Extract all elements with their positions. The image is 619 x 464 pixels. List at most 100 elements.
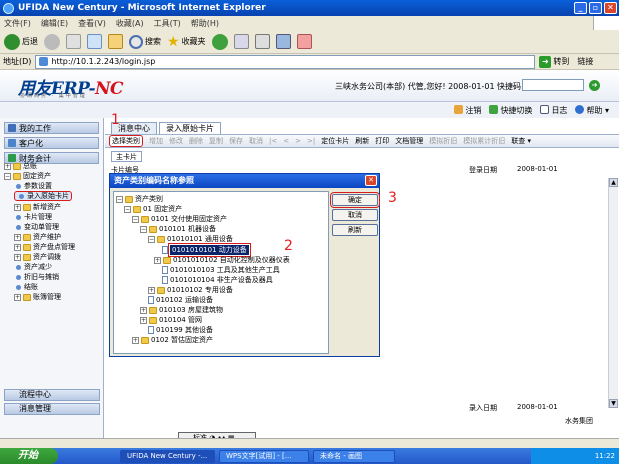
document-management-button[interactable]: 文档管理 — [395, 136, 423, 146]
go-button[interactable]: ➜ 转到 — [539, 55, 569, 68]
tree-node-0102[interactable]: +0102 暂估固定资产 — [132, 335, 213, 345]
quick-switch-link[interactable]: 快捷切换 — [489, 104, 532, 116]
history-icon[interactable] — [211, 33, 228, 50]
next-record-button[interactable]: > — [295, 137, 301, 145]
refresh-button[interactable]: 刷新 — [355, 136, 369, 146]
quick-code-input[interactable] — [522, 79, 584, 91]
print-icon[interactable] — [254, 34, 270, 49]
forward-arrow-icon[interactable] — [44, 33, 60, 50]
tree-node-010104[interactable]: +010104 管网 — [140, 315, 202, 325]
tree-inventory[interactable]: + 资产盘点管理 — [14, 242, 75, 252]
tree-asset-transfer[interactable]: + 资产调拨 — [14, 252, 61, 262]
menu-favorites[interactable]: 收藏(A) — [116, 18, 144, 29]
tree-node-0101010103[interactable]: 0101010103 工具及其他生产工具 — [162, 265, 280, 275]
cancel-button[interactable]: 取消 — [249, 136, 263, 146]
save-button[interactable]: 保存 — [229, 136, 243, 146]
start-button[interactable]: 开始 — [0, 448, 58, 464]
tree-change-management[interactable]: 变动单管理 — [14, 222, 59, 232]
tree-node-01010102[interactable]: +01010102 专用设备 — [148, 285, 233, 295]
menu-tools[interactable]: 工具(T) — [154, 18, 181, 29]
tree-node-0101010104[interactable]: 0101010104 非生产设备及器具 — [162, 275, 273, 285]
tree-card-management[interactable]: 卡片管理 — [14, 212, 52, 222]
last-record-button[interactable]: >| — [307, 137, 315, 145]
tree-node-01[interactable]: −01 固定资产 — [124, 204, 182, 214]
tree-node-0101010102[interactable]: +0101010102 自动化控制及仪器仪表 — [154, 255, 290, 265]
minimize-button[interactable]: _ — [574, 2, 587, 14]
print-button[interactable]: 打印 — [375, 136, 389, 146]
tree-node-01010101[interactable]: −01010101 通用设备 — [148, 234, 233, 244]
links-label[interactable]: 链接 — [577, 56, 593, 67]
scroll-up-icon[interactable]: ▲ — [609, 178, 618, 187]
close-button[interactable]: ✕ — [604, 2, 617, 14]
vertical-scrollbar[interactable]: ▲ ▼ — [608, 178, 618, 408]
tree-node-root[interactable]: − 资产类别 — [116, 194, 163, 204]
edit-button[interactable]: 修改 — [169, 136, 183, 146]
stop-icon[interactable] — [66, 34, 81, 49]
locate-card-button[interactable]: 定位卡片 — [321, 136, 349, 146]
login-date-label: 登录日期 — [469, 166, 497, 174]
menu-file[interactable]: 文件(F) — [4, 18, 31, 29]
help-link[interactable]: 帮助 ▾ — [575, 104, 609, 116]
maximize-button[interactable]: ▫ — [589, 2, 602, 14]
menu-view[interactable]: 查看(V) — [78, 18, 106, 29]
tree-node-010102[interactable]: 010102 运输设备 — [148, 295, 213, 305]
leaf-icon — [16, 264, 21, 270]
tree-asset-reduction[interactable]: 资产减少 — [14, 262, 52, 272]
select-category-button[interactable]: 选择类别 — [109, 135, 143, 147]
logout-link[interactable]: 注销 — [454, 104, 481, 116]
simulate-accumulated-depreciation-button[interactable]: 模拟累计折旧 — [463, 136, 505, 146]
menu-help[interactable]: 帮助(H) — [191, 18, 219, 29]
refresh-icon[interactable] — [87, 34, 102, 49]
subtab-main-card[interactable]: 主卡片 — [111, 151, 142, 162]
task-paint[interactable]: 未命名 - 画图 — [313, 449, 395, 463]
search-button[interactable]: 搜索 — [129, 34, 161, 49]
tree-node-0101010101[interactable]: 0101010101 动力设备 — [162, 243, 251, 257]
task-ufida-ie[interactable]: UFIDA New Century -... — [120, 449, 215, 463]
log-link[interactable]: 日志 — [540, 104, 567, 116]
tree-node-0101[interactable]: −0101 交付使用固定资产 — [132, 214, 227, 224]
folder-icon — [13, 172, 21, 180]
tree-node-010199[interactable]: 010199 其他设备 — [148, 325, 213, 335]
favorites-button[interactable]: ★ 收藏夹 — [167, 34, 206, 50]
mail-icon[interactable] — [233, 34, 249, 49]
nav-customize[interactable]: 客户化 — [4, 137, 99, 149]
dialog-cancel-button[interactable]: 取消 — [332, 209, 378, 221]
quick-go-icon[interactable]: ➜ — [589, 80, 600, 91]
simulate-depreciation-button[interactable]: 模拟折旧 — [429, 136, 457, 146]
first-record-button[interactable]: |< — [269, 137, 277, 145]
tree-depreciation[interactable]: 折旧与摊销 — [14, 272, 59, 282]
dialog-close-icon[interactable]: ✕ — [365, 175, 377, 186]
tree-books[interactable]: + 账簿管理 — [14, 292, 61, 302]
dialog-refresh-button[interactable]: 刷新 — [332, 224, 378, 236]
prev-record-button[interactable]: < — [283, 137, 289, 145]
tree-general-ledger[interactable]: + 总账 — [4, 161, 37, 171]
tree-closing[interactable]: 结账 — [14, 282, 38, 292]
nav-flow-center[interactable]: 流程中心 — [4, 389, 100, 401]
task-wps[interactable]: WPS文字[试用] - [... — [219, 449, 309, 463]
tab-enter-original-card[interactable]: 录入原始卡片 — [159, 122, 221, 134]
add-button[interactable]: 增加 — [149, 136, 163, 146]
scroll-down-icon[interactable]: ▼ — [609, 399, 618, 408]
tree-asset-maintenance[interactable]: + 资产维护 — [14, 232, 61, 242]
nav-message-management[interactable]: 消息管理 — [4, 403, 100, 415]
back-button[interactable]: 后退 — [4, 33, 38, 50]
leaf-icon — [16, 214, 21, 220]
tree-param-settings[interactable]: 参数设置 — [14, 181, 52, 191]
tree-node-010101[interactable]: −010101 机器设备 — [140, 224, 216, 234]
dialog-ok-button[interactable]: 确定 — [330, 192, 380, 208]
menu-edit[interactable]: 编辑(E) — [41, 18, 68, 29]
tree-node-010103[interactable]: +010103 房屋建筑物 — [140, 305, 223, 315]
tree-add-asset[interactable]: + 新增资产 — [14, 202, 61, 212]
address-input[interactable]: http://10.1.2.243/login.jsp — [35, 54, 536, 69]
delete-button[interactable]: 删除 — [189, 136, 203, 146]
copy-button[interactable]: 复制 — [209, 136, 223, 146]
tree-enter-original-card[interactable]: 录入原始卡片 — [14, 191, 72, 201]
home-icon[interactable] — [108, 34, 123, 49]
go-arrow-icon: ➜ — [539, 55, 552, 68]
messenger-icon[interactable] — [296, 34, 312, 49]
document-icon — [162, 266, 168, 274]
linked-query-button[interactable]: 联查 ▾ — [511, 136, 531, 146]
edit-icon[interactable] — [275, 34, 291, 49]
nav-my-work[interactable]: 我的工作 — [4, 122, 99, 134]
tree-fixed-assets[interactable]: − 固定资产 — [4, 171, 51, 181]
